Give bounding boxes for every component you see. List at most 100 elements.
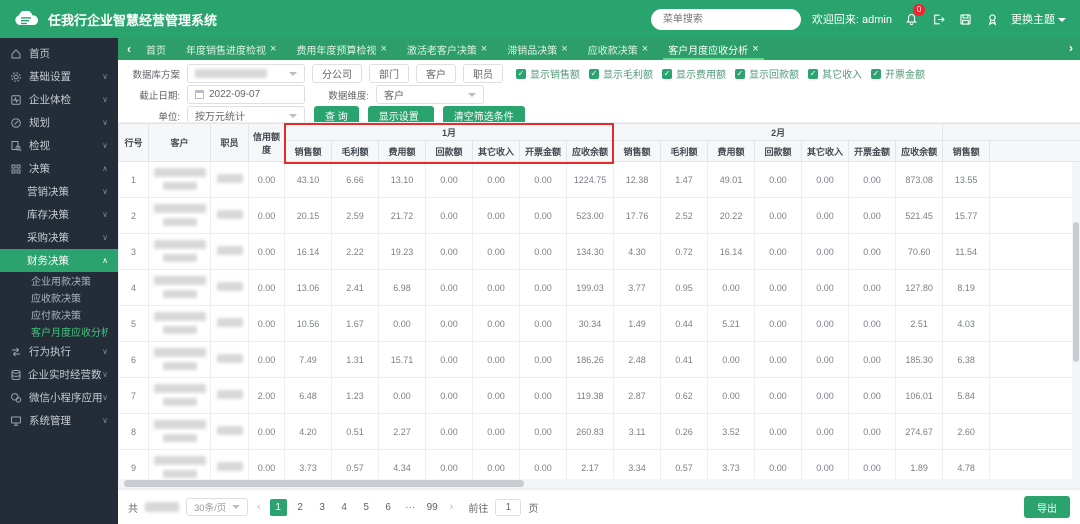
logout-icon[interactable] bbox=[930, 11, 946, 27]
tab-close-icon[interactable]: × bbox=[561, 44, 567, 54]
display-checkbox-5[interactable]: ✓开票金额 bbox=[871, 66, 925, 81]
table-row: 50.0010.561.670.000.000.000.0030.341.490… bbox=[119, 306, 1080, 342]
page-button-5[interactable]: 5 bbox=[358, 499, 375, 516]
tab-receivables-decision[interactable]: 应收款决策× bbox=[578, 38, 658, 60]
sidebar-item-payables-decision[interactable]: 应付款决策 bbox=[0, 306, 118, 323]
cell-value-13: 185.30 bbox=[896, 342, 943, 378]
tabs-scroll-left-icon[interactable]: ‹ bbox=[122, 42, 136, 56]
sidebar-item-receivables-decision[interactable]: 应收款决策 bbox=[0, 289, 118, 306]
page-button-3[interactable]: 3 bbox=[314, 499, 331, 516]
sidebar-item-inventory-decision[interactable]: 库存决策∨ bbox=[0, 203, 118, 226]
cell-filler bbox=[990, 270, 1080, 306]
behavior-icon bbox=[10, 345, 23, 358]
page-size-select[interactable]: 30条/页 bbox=[186, 498, 248, 516]
sidebar-item-label: 规划 bbox=[29, 115, 50, 130]
checkbox-checked-icon[interactable]: ✓ bbox=[871, 69, 881, 79]
vertical-scrollbar-thumb[interactable] bbox=[1073, 222, 1079, 362]
cell-value-2: 15.71 bbox=[379, 342, 426, 378]
display-checkbox-1[interactable]: ✓显示毛利额 bbox=[589, 66, 653, 81]
cell-value-3: 0.00 bbox=[426, 414, 473, 450]
end-date-input[interactable]: 2022-09-07 bbox=[187, 85, 305, 104]
sidebar-item-behavior-execution[interactable]: 行为执行∨ bbox=[0, 340, 118, 363]
cell-value-13: 274.67 bbox=[896, 414, 943, 450]
cell-value-6: 523.00 bbox=[567, 198, 614, 234]
sidebar-item-inspection[interactable]: 检视∨ bbox=[0, 134, 118, 157]
sidebar-item-system-management[interactable]: 系统管理∨ bbox=[0, 409, 118, 432]
theme-switcher[interactable]: 更换主题 bbox=[1011, 11, 1066, 27]
next-page-icon[interactable]: › bbox=[448, 501, 456, 513]
sidebar-item-basic-settings[interactable]: 基础设置∨ bbox=[0, 65, 118, 88]
award-icon[interactable] bbox=[984, 11, 1000, 27]
scheme-value-redacted bbox=[195, 69, 267, 78]
cell-staff-redacted bbox=[211, 162, 249, 198]
display-checkboxes: ✓显示销售额✓显示毛利额✓显示费用额✓显示回款额✓其它收入✓开票金额 bbox=[507, 66, 925, 81]
horizontal-scrollbar[interactable] bbox=[118, 479, 1080, 488]
page-button-4[interactable]: 4 bbox=[336, 499, 353, 516]
sidebar-item-label: 基础设置 bbox=[29, 69, 71, 84]
tab-customer-monthly-receivable[interactable]: 客户月度应收分析× bbox=[658, 38, 768, 60]
prev-page-icon[interactable]: ‹ bbox=[255, 501, 263, 513]
tab-close-icon[interactable]: × bbox=[380, 44, 386, 54]
checkbox-label: 显示回款额 bbox=[749, 66, 799, 81]
checkbox-checked-icon[interactable]: ✓ bbox=[662, 69, 672, 79]
display-checkbox-4[interactable]: ✓其它收入 bbox=[808, 66, 862, 81]
sidebar-item-customer-monthly-receivable[interactable]: 客户月度应收分析 bbox=[0, 323, 118, 340]
notification-bell-icon[interactable]: 0 bbox=[903, 11, 919, 27]
cell-value-0: 13.06 bbox=[285, 270, 332, 306]
sidebar-item-enterprise-payment-decision[interactable]: 企业用款决策 bbox=[0, 272, 118, 289]
cell-value-1: 0.51 bbox=[332, 414, 379, 450]
scheme-select[interactable] bbox=[187, 64, 305, 83]
horizontal-scrollbar-thumb[interactable] bbox=[124, 480, 524, 487]
checkbox-checked-icon[interactable]: ✓ bbox=[589, 69, 599, 79]
tab-annual-sales-progress[interactable]: 年度销售进度检视× bbox=[176, 38, 286, 60]
tab-close-icon[interactable]: × bbox=[752, 44, 758, 54]
tab-activate-old-customers[interactable]: 激活老客户决策× bbox=[397, 38, 497, 60]
tab-home[interactable]: 首页 bbox=[136, 38, 176, 60]
display-checkbox-3[interactable]: ✓ 显示回款额 bbox=[735, 66, 799, 81]
sidebar-item-purchasing-decision[interactable]: 采购决策∨ bbox=[0, 226, 118, 249]
sidebar-item-planning[interactable]: 规划∨ bbox=[0, 111, 118, 134]
sidebar-item-enterprise-checkup[interactable]: 企业体检∨ bbox=[0, 88, 118, 111]
sidebar-item-marketing-decision[interactable]: 营销决策∨ bbox=[0, 180, 118, 203]
page-button-1[interactable]: 1 bbox=[270, 499, 287, 516]
sidebar-item-wechat-miniprogram[interactable]: 微信小程序应用∨ bbox=[0, 386, 118, 409]
page-button-2[interactable]: 2 bbox=[292, 499, 309, 516]
dimension-button-0[interactable]: 分公司 bbox=[312, 64, 362, 83]
checkbox-checked-icon[interactable]: ✓ bbox=[808, 69, 818, 79]
dimension-button-3[interactable]: 职员 bbox=[463, 64, 503, 83]
month-group-header-1: 1月 bbox=[285, 124, 614, 141]
page-button-99[interactable]: 99 bbox=[424, 499, 441, 516]
cell-value-10: 0.00 bbox=[755, 234, 802, 270]
save-icon[interactable] bbox=[957, 11, 973, 27]
display-checkbox-0[interactable]: ✓显示销售额 bbox=[516, 66, 580, 81]
column-header-m1-1: 毛利额 bbox=[332, 141, 379, 162]
table-row: 20.0020.152.5921.720.000.000.00523.0017.… bbox=[119, 198, 1080, 234]
sidebar-item-finance-decision[interactable]: 财务决策∧ bbox=[0, 249, 118, 272]
cell-value-3: 0.00 bbox=[426, 162, 473, 198]
checkbox-checked-icon[interactable]: ✓ bbox=[735, 69, 745, 79]
sidebar-item-realtime-business-data[interactable]: 企业实时经营数据∨ bbox=[0, 363, 118, 386]
sidebar-item-label: 营销决策 bbox=[27, 184, 69, 199]
tab-annual-expense-budget[interactable]: 费用年度预算检视× bbox=[286, 38, 396, 60]
display-checkbox-2[interactable]: ✓显示费用额 bbox=[662, 66, 726, 81]
tabs-scroll-right-icon[interactable]: › bbox=[1064, 41, 1078, 55]
column-header-m1-3: 回款额 bbox=[426, 141, 473, 162]
cell-value-1: 1.31 bbox=[332, 342, 379, 378]
sidebar-item-home[interactable]: 首页 bbox=[0, 42, 118, 65]
page-button-6[interactable]: 6 bbox=[380, 499, 397, 516]
cell-value-8: 0.44 bbox=[661, 306, 708, 342]
dimension-button-2[interactable]: 客户 bbox=[416, 64, 456, 83]
export-button[interactable]: 导出 bbox=[1024, 496, 1070, 518]
tab-close-icon[interactable]: × bbox=[481, 44, 487, 54]
tab-close-icon[interactable]: × bbox=[270, 44, 276, 54]
sidebar-item-decision[interactable]: 决策∧ bbox=[0, 157, 118, 180]
dimension-select[interactable]: 客户 bbox=[376, 85, 484, 104]
cell-value-11: 0.00 bbox=[802, 234, 849, 270]
header-search-input[interactable] bbox=[651, 9, 801, 30]
tab-close-icon[interactable]: × bbox=[642, 44, 648, 54]
goto-page-input[interactable] bbox=[495, 499, 521, 516]
checkbox-checked-icon[interactable]: ✓ bbox=[516, 69, 526, 79]
vertical-scrollbar[interactable] bbox=[1072, 162, 1080, 480]
dimension-button-1[interactable]: 部门 bbox=[369, 64, 409, 83]
tab-slow-moving-goods[interactable]: 滞销品决策× bbox=[497, 38, 577, 60]
